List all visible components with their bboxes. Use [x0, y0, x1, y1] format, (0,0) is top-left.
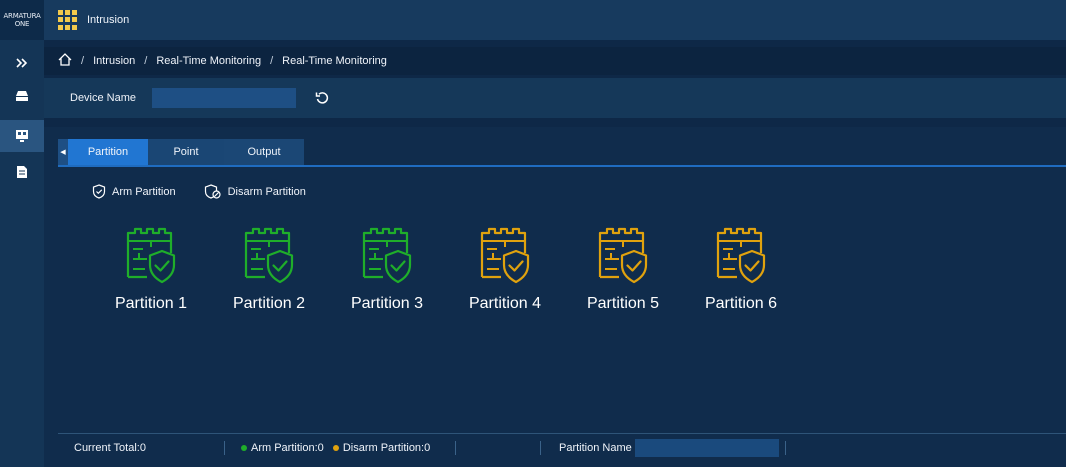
nav-monitor-button[interactable]: [0, 120, 44, 152]
report-icon: [17, 166, 27, 178]
partition-card[interactable]: Partition 5: [564, 227, 682, 313]
monitor-icon: [16, 130, 28, 142]
refresh-icon[interactable]: [314, 90, 330, 106]
breadcrumb-intrusion[interactable]: Intrusion: [93, 55, 135, 67]
divider: [785, 441, 786, 455]
partition-name: Partition 2: [232, 295, 306, 312]
disarm-partition-button[interactable]: Disarm Partition: [204, 184, 306, 199]
partition-card[interactable]: Partition 6: [682, 227, 800, 313]
partition-name: Partition 1: [114, 295, 188, 312]
breadcrumb: / Intrusion / Real-Time Monitoring / Rea…: [44, 47, 1066, 75]
arm-partition-label: Arm Partition: [112, 185, 176, 198]
partition-name: Partition 3: [350, 295, 424, 312]
divider: [224, 441, 225, 455]
tab-output[interactable]: Output: [224, 139, 304, 165]
partition-shield-icon: [244, 227, 294, 284]
partition-name-input[interactable]: [635, 439, 779, 457]
partition-counts: Arm Partition:0 Disarm Partition:0: [241, 442, 455, 454]
partition-name: Partition 6: [704, 295, 778, 312]
partition-shield-icon: [598, 227, 648, 284]
tab-scroll-left-icon[interactable]: ◀: [58, 139, 68, 165]
breadcrumb-real-time-monitoring[interactable]: Real-Time Monitoring: [156, 55, 261, 67]
disarm-partition-count: Disarm Partition:0: [342, 442, 431, 454]
main-panel: ◀ Partition Point Output Arm Partition D…: [44, 127, 1066, 467]
logo-line-2: ONE: [14, 20, 30, 28]
top-bar: Intrusion: [44, 0, 1066, 40]
logo: ARMATURA ONE: [0, 0, 44, 40]
device-name-input[interactable]: [152, 88, 296, 108]
device-icon: [16, 91, 28, 101]
filter-bar: Device Name: [44, 78, 1066, 118]
shield-off-icon: [204, 184, 221, 199]
nav-device-button[interactable]: [0, 80, 44, 112]
partition-shield-icon: [126, 227, 176, 284]
partition-name-label: Partition Name: [559, 442, 632, 454]
nav-report-button[interactable]: [0, 156, 44, 188]
partition-card[interactable]: Partition 4: [446, 227, 564, 313]
partition-shield-icon: [716, 227, 766, 284]
partition-name: Partition 5: [586, 295, 660, 312]
tab-partition[interactable]: Partition: [68, 139, 148, 165]
partition-grid: Partition 1 Partition 2 Partition 3 Part…: [92, 227, 800, 313]
shield-check-icon: [92, 184, 106, 199]
divider: [455, 441, 456, 455]
app-title: Intrusion: [87, 14, 130, 26]
divider: [540, 441, 541, 455]
partition-shield-icon: [480, 227, 530, 284]
partition-card[interactable]: Partition 1: [92, 227, 210, 313]
app-menu-grid-icon[interactable]: [58, 10, 78, 30]
action-bar: Arm Partition Disarm Partition: [92, 184, 306, 199]
arm-partition-button[interactable]: Arm Partition: [92, 184, 176, 199]
disarm-status-dot: [332, 445, 339, 452]
breadcrumb-separator: /: [270, 55, 274, 67]
current-total: Current Total:0: [74, 442, 146, 454]
tab-point[interactable]: Point: [148, 139, 224, 165]
arm-status-dot: [241, 445, 247, 452]
breadcrumb-current-page: Real-Time Monitoring: [282, 55, 387, 67]
logo-line-1: ARMATURA: [3, 12, 41, 20]
left-rail: ARMATURA ONE: [0, 0, 44, 467]
tab-bar: ◀ Partition Point Output: [58, 139, 1066, 167]
device-name-label: Device Name: [70, 92, 137, 104]
arm-partition-count: Arm Partition:0: [251, 442, 324, 454]
partition-name: Partition 4: [468, 295, 542, 312]
home-icon[interactable]: [58, 53, 72, 69]
breadcrumb-separator: /: [81, 55, 85, 67]
status-bar: Current Total:0 Arm Partition:0 Disarm P…: [58, 433, 1066, 462]
breadcrumb-separator: /: [144, 55, 148, 67]
partition-shield-icon: [362, 227, 412, 284]
double-chevron-right-icon: [16, 58, 28, 68]
disarm-partition-label: Disarm Partition: [227, 185, 306, 198]
expand-menu-button[interactable]: [0, 47, 44, 79]
partition-card[interactable]: Partition 2: [210, 227, 328, 313]
partition-card[interactable]: Partition 3: [328, 227, 446, 313]
